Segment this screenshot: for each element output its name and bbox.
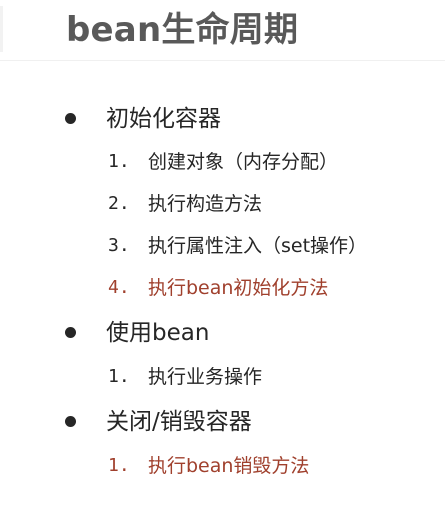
bullet-dot-icon [65, 327, 76, 338]
slide: bean生命周期 初始化容器 1. 创建对象（内存分配） 2. 执行构造方法 3… [0, 0, 445, 511]
step-text: 执行业务操作 [148, 366, 263, 388]
step-number: 1. [108, 455, 130, 476]
title-divider [0, 60, 445, 61]
bullet-dot-icon [65, 416, 76, 427]
step-text: 执行bean初始化方法 [148, 277, 329, 299]
step-number: 2. [108, 193, 130, 214]
step-text: 执行bean销毁方法 [148, 455, 310, 477]
step-number: 1. [108, 366, 130, 387]
step-number: 1. [108, 151, 130, 172]
page-title: bean生命周期 [66, 10, 299, 50]
step-run-constructor: 2. 执行构造方法 [0, 188, 445, 220]
bullet-initialize-container: 初始化容器 [0, 101, 445, 137]
step-create-object: 1. 创建对象（内存分配） [0, 146, 445, 178]
bullet-label: 初始化容器 [106, 106, 221, 132]
step-text: 创建对象（内存分配） [148, 151, 339, 173]
step-number: 3. [108, 235, 130, 256]
bullet-label: 使用bean [106, 320, 210, 346]
step-number: 4. [108, 277, 130, 298]
left-accent-bar [0, 6, 3, 52]
bullet-use-bean: 使用bean [0, 315, 445, 351]
step-business-operation: 1. 执行业务操作 [0, 361, 445, 393]
bullet-close-container: 关闭/销毁容器 [0, 404, 445, 440]
step-text: 执行属性注入（set操作） [148, 235, 368, 257]
step-bean-destroy-method: 1. 执行bean销毁方法 [0, 450, 445, 482]
bullet-dot-icon [65, 113, 76, 124]
step-property-injection: 3. 执行属性注入（set操作） [0, 230, 445, 262]
step-text: 执行构造方法 [148, 193, 263, 215]
step-bean-init-method: 4. 执行bean初始化方法 [0, 272, 445, 304]
bullet-label: 关闭/销毁容器 [106, 409, 252, 435]
